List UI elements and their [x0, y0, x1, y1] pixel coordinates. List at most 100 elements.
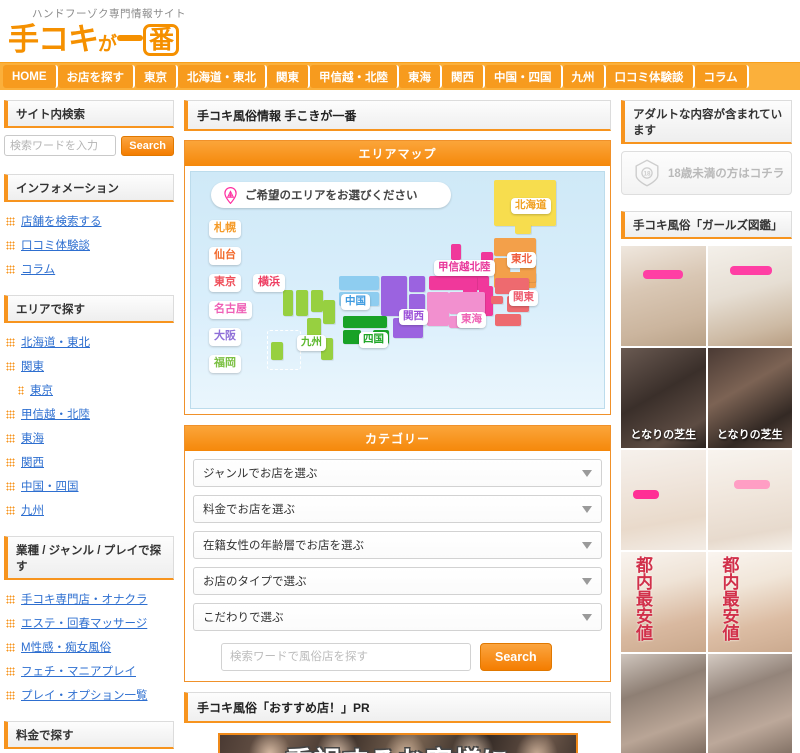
gallery-item[interactable]: [707, 246, 792, 346]
map-shape-kyushu-a[interactable]: [283, 290, 293, 316]
logo-text-ga: が: [98, 34, 117, 55]
select-price[interactable]: 料金でお店を選ぶ: [193, 495, 602, 523]
map-city-osaka[interactable]: 大阪: [209, 328, 241, 346]
list-item: 北海道・東北: [4, 330, 174, 354]
sidebar-genre-m-seikan[interactable]: M性感・痴女風俗: [21, 639, 111, 655]
map-shape-kanto-d[interactable]: [495, 314, 521, 326]
map-region-koshinetsu[interactable]: 甲信越北陸: [434, 260, 495, 276]
list-item: 東海: [4, 426, 174, 450]
nav-item-home[interactable]: HOME: [3, 65, 58, 88]
category-row-age: 在籍女性の年齢層でお店を選ぶ: [193, 531, 602, 559]
map-shape-shikoku-a[interactable]: [343, 316, 387, 328]
sidebar-genre-tekoki-onakura[interactable]: 手コキ専門店・オナクラ: [21, 591, 148, 607]
site-tagline: ハンドフーゾク専門情報サイト: [32, 8, 186, 20]
nav-item-kansai[interactable]: 関西: [442, 65, 485, 88]
gallery-item[interactable]: [707, 654, 792, 753]
nav-item-find-shop[interactable]: お店を探す: [57, 65, 135, 88]
list-item: 九州: [4, 498, 174, 522]
nav-item-tokai[interactable]: 東海: [399, 65, 442, 88]
map-shape-hokkaido-tail[interactable]: [515, 224, 531, 234]
bullet-dots-icon: [6, 505, 15, 515]
map-city-sendai[interactable]: 仙台: [209, 247, 241, 265]
sidebar-genre-esthe-massage[interactable]: エステ・回春マッサージ: [21, 615, 147, 631]
nav-item-reviews[interactable]: 口コミ体験談: [605, 65, 695, 88]
map-region-tokai[interactable]: 東海: [457, 312, 486, 328]
category-search-input[interactable]: [221, 643, 471, 671]
sidebar-area-chugoku-shikoku[interactable]: 中国・四国: [21, 478, 79, 494]
map-region-kanto[interactable]: 関東: [509, 290, 538, 306]
map-city-tokyo[interactable]: 東京: [209, 274, 241, 292]
map-shape-chugoku-a[interactable]: [339, 276, 379, 290]
site-search-form: Search: [4, 135, 174, 156]
map-shape-koshinetsu-a[interactable]: [451, 244, 461, 260]
nav-item-chugoku-shikoku[interactable]: 中国・四国: [485, 65, 563, 88]
gallery-item[interactable]: 都内最安値: [621, 552, 706, 652]
nav-item-hokkaido-tohoku[interactable]: 北海道・東北: [178, 65, 267, 88]
nav-item-koshinetsu-hokuriku[interactable]: 甲信越・北陸: [310, 65, 399, 88]
map-select-area-banner[interactable]: ご希望のエリアをお選びください: [211, 182, 451, 208]
sidebar-area-koshinetsu-hokuriku[interactable]: 甲信越・北陸: [21, 406, 90, 422]
nav-item-kanto[interactable]: 関東: [267, 65, 310, 88]
list-item: 関東: [4, 354, 174, 378]
pr-banner-text: 重視するお客様に: [220, 735, 576, 753]
map-region-chugoku[interactable]: 中国: [341, 294, 370, 310]
left-sidebar: サイト内検索 Search インフォメーション 店舗を検索する 口コミ体験談 コ…: [0, 100, 180, 753]
gallery-item[interactable]: [621, 450, 706, 550]
site-search-input[interactable]: [4, 135, 117, 156]
gallery-item[interactable]: [707, 450, 792, 550]
map-shape-kyushu-d[interactable]: [323, 300, 335, 324]
map-region-kansai[interactable]: 関西: [399, 309, 428, 325]
gallery-item[interactable]: [621, 246, 706, 346]
select-shop-type[interactable]: お店のタイプで選ぶ: [193, 567, 602, 595]
pr-banner[interactable]: 重視するお客様に: [217, 733, 578, 753]
map-shape-okinawa[interactable]: [271, 342, 283, 360]
sidebar-area-list: 北海道・東北 関東 東京 甲信越・北陸 東海 関西 中国・四国 九州: [4, 330, 174, 522]
map-city-sapporo[interactable]: 札幌: [209, 220, 241, 238]
select-genre[interactable]: ジャンルでお店を選ぶ: [193, 459, 602, 487]
map-shape-tokai-b[interactable]: [449, 292, 485, 314]
main-content: 手コキ風俗情報 手こきが一番 エリアマップ ご希望のエリアをお選びください 札幌…: [180, 100, 615, 753]
map-region-hokkaido[interactable]: 北海道: [511, 198, 551, 214]
nav-item-kyushu[interactable]: 九州: [562, 65, 606, 88]
select-age-range[interactable]: 在籍女性の年齢層でお店を選ぶ: [193, 531, 602, 559]
map-city-fukuoka[interactable]: 福岡: [209, 355, 241, 373]
bullet-dots-icon: [6, 337, 15, 347]
gallery-item[interactable]: となりの芝生: [707, 348, 792, 448]
sidebar-area-hokkaido-tohoku[interactable]: 北海道・東北: [21, 334, 90, 350]
sidebar-genre-fetish-mania[interactable]: フェチ・マニアプレイ: [21, 663, 136, 679]
map-shape-kyushu-b[interactable]: [296, 290, 308, 316]
map-region-tohoku[interactable]: 東北: [507, 252, 536, 268]
sidebar-link-search-shops[interactable]: 店舗を検索する: [21, 213, 102, 229]
gallery-item[interactable]: [621, 654, 706, 753]
sidebar-area-kanto[interactable]: 関東: [21, 358, 44, 374]
map-shape-kanto-c[interactable]: [491, 296, 503, 304]
site-search-button[interactable]: Search: [121, 135, 174, 156]
map-city-nagoya[interactable]: 名古屋: [209, 301, 252, 319]
age-gate-button[interactable]: 18 18歳未満の方はコチラ: [621, 151, 792, 195]
nav-item-tokyo[interactable]: 東京: [135, 65, 178, 88]
list-item: 手コキ専門店・オナクラ: [4, 587, 174, 611]
map-shape-kyushu-c[interactable]: [311, 290, 323, 312]
area-map-title: エリアマップ: [185, 141, 610, 166]
map-shape-kansai-b[interactable]: [409, 276, 425, 292]
sidebar-area-kansai[interactable]: 関西: [21, 454, 44, 470]
sidebar-link-column[interactable]: コラム: [21, 261, 55, 277]
map-shape-tokai-a[interactable]: [427, 292, 449, 326]
site-logo[interactable]: 手コキが 番: [6, 21, 800, 57]
category-search-button[interactable]: Search: [480, 643, 552, 671]
sidebar-area-tokyo[interactable]: 東京: [30, 382, 53, 398]
main-navigation: HOME お店を探す 東京 北海道・東北 関東 甲信越・北陸 東海 関西 中国・…: [0, 62, 800, 92]
gallery-item[interactable]: となりの芝生: [621, 348, 706, 448]
sidebar-area-tokai[interactable]: 東海: [21, 430, 44, 446]
sidebar-area-kyushu[interactable]: 九州: [21, 502, 44, 518]
select-preference[interactable]: こだわりで選ぶ: [193, 603, 602, 631]
map-city-yokohama[interactable]: 横浜: [253, 274, 285, 292]
gallery-item[interactable]: 都内最安値: [707, 552, 792, 652]
japan-area-map[interactable]: ご希望のエリアをお選びください 札幌 仙台 東京 横浜 名古屋 大阪 福岡 北海…: [190, 171, 605, 409]
sidebar-genre-play-options[interactable]: プレイ・オプション一覧: [21, 687, 148, 703]
nav-item-column[interactable]: コラム: [694, 65, 749, 88]
map-region-shikoku[interactable]: 四国: [359, 332, 388, 348]
sidebar-link-reviews[interactable]: 口コミ体験談: [21, 237, 90, 253]
map-region-kyushu[interactable]: 九州: [297, 335, 326, 351]
